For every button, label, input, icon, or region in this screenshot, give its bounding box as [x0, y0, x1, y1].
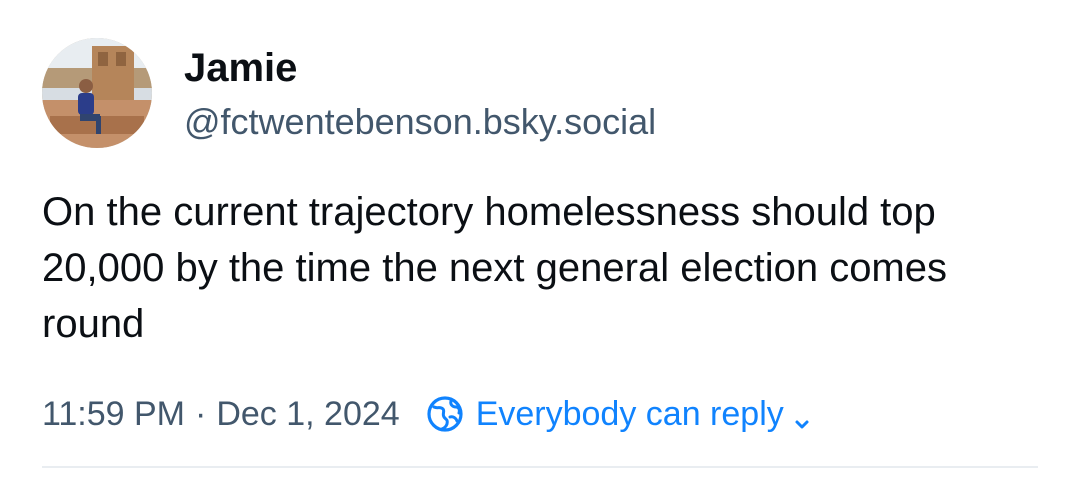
author-handle[interactable]: @fctwentebenson.bsky.social [184, 100, 656, 144]
avatar[interactable] [42, 38, 152, 148]
post-text: On the current trajectory homelessness s… [42, 190, 947, 346]
chevron-down-icon [792, 404, 812, 429]
meta-separator: · [195, 394, 207, 433]
post-thread-item: Jamie @fctwentebenson.bsky.social On the… [0, 0, 1080, 486]
globe-icon [426, 395, 464, 433]
avatar-image [42, 38, 152, 148]
reply-setting-button[interactable]: Everybody can reply [426, 395, 812, 434]
divider [42, 466, 1038, 468]
post-time: 11:59 PM [42, 394, 186, 433]
author-display-name[interactable]: Jamie [184, 44, 297, 92]
reply-setting-label: Everybody can reply [475, 394, 784, 433]
post-date: Dec 1, 2024 [216, 394, 400, 433]
post-meta: 11:59 PM · Dec 1, 2024 Everybody can rep… [42, 390, 812, 438]
